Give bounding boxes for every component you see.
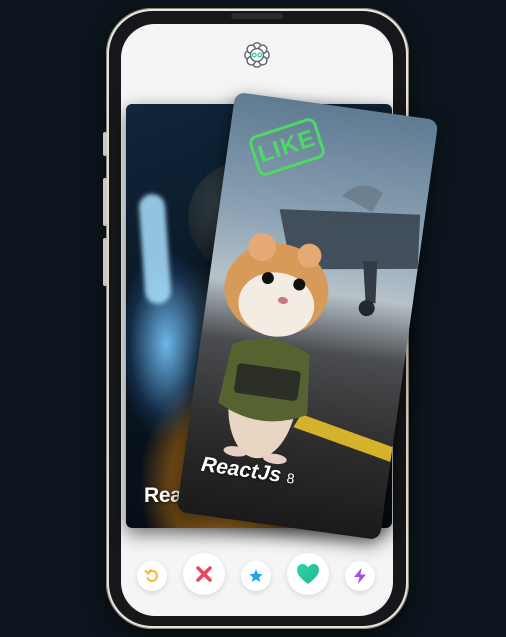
- flower-logo-icon[interactable]: [243, 41, 271, 69]
- super-like-button[interactable]: [241, 561, 271, 591]
- nope-button[interactable]: [183, 553, 225, 595]
- phone-notch: [231, 13, 283, 19]
- close-icon: [196, 566, 212, 582]
- cockpit-light: [138, 193, 172, 305]
- like-button[interactable]: [287, 553, 329, 595]
- phone-volume-up: [103, 178, 107, 226]
- phone-volume-down: [103, 238, 107, 286]
- star-icon: [249, 569, 263, 582]
- undo-icon: [144, 569, 159, 582]
- rewind-button[interactable]: [137, 561, 167, 591]
- bolt-icon: [354, 568, 366, 584]
- heart-icon: [297, 564, 319, 584]
- boost-button[interactable]: [345, 561, 375, 591]
- phone-side-button: [103, 132, 107, 156]
